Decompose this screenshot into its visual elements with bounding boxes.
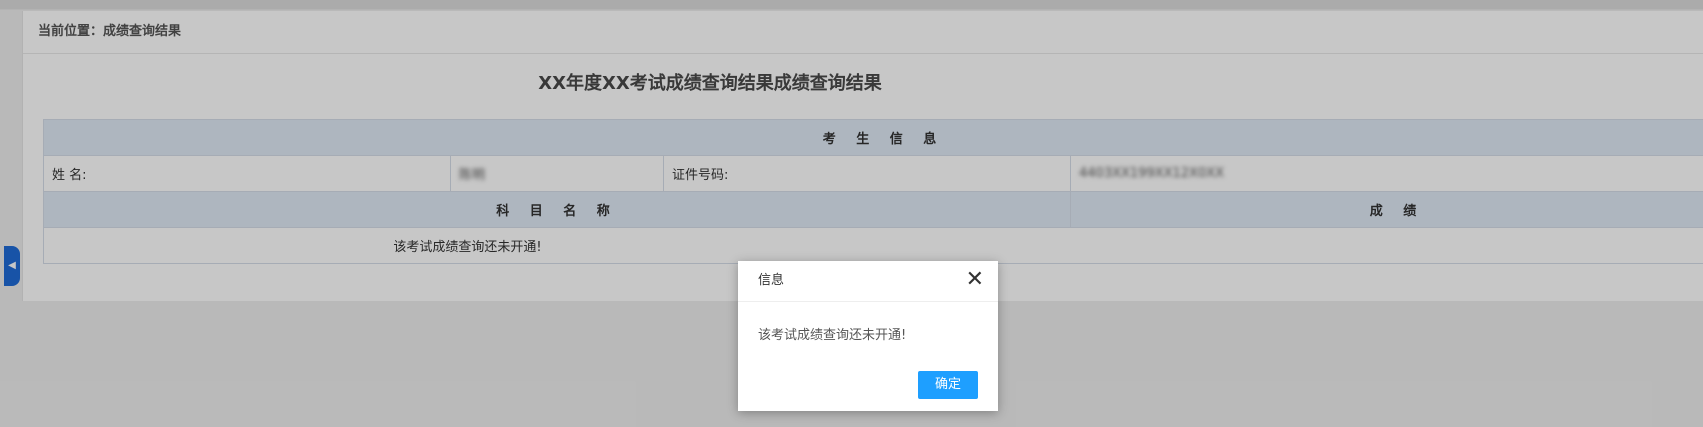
page: ◀ 当前位置：成绩查询结果 XX年度XX考试成绩查询结果成绩查询结果 考 生 信… <box>0 0 1703 427</box>
close-icon[interactable]: ✕ <box>966 269 984 291</box>
info-dialog: 信息 ✕ 该考试成绩查询还未开通! 确定 <box>738 261 998 411</box>
dialog-message: 该考试成绩查询还未开通! <box>758 328 907 343</box>
dialog-title: 信息 <box>758 273 785 288</box>
ok-button[interactable]: 确定 <box>918 371 978 399</box>
dialog-header: 信息 <box>738 261 998 302</box>
